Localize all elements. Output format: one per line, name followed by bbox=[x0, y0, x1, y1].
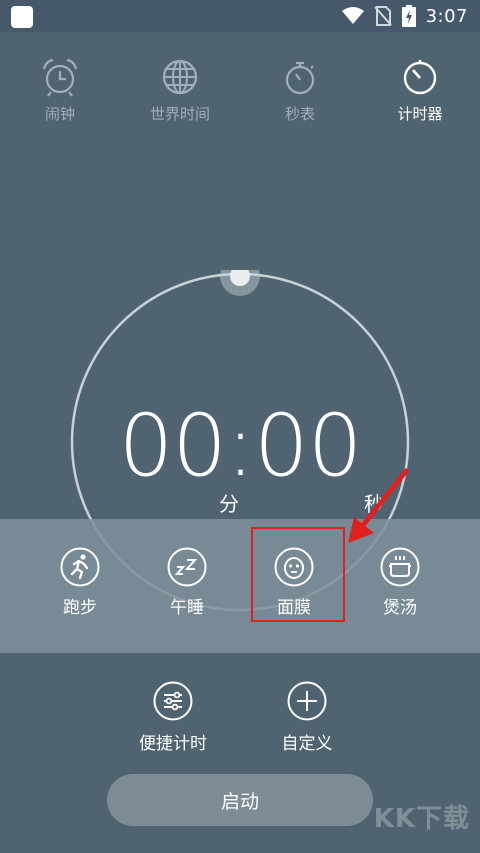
quick-timer-button[interactable]: 便捷计时 bbox=[113, 681, 233, 754]
highlight-box bbox=[251, 527, 345, 622]
stopwatch-icon bbox=[285, 61, 315, 95]
status-icons: 3:07 bbox=[341, 4, 468, 28]
tab-label: 世界时间 bbox=[149, 105, 210, 123]
red-arrow-icon bbox=[348, 468, 409, 543]
tab-stopwatch[interactable]: 秒表 bbox=[240, 55, 360, 124]
tab-label: 闹钟 bbox=[44, 105, 75, 123]
tab-bar: 闹钟 世界时间 秒表 计时器 bbox=[0, 55, 480, 135]
dial-handle[interactable] bbox=[220, 256, 260, 296]
custom-timer-button[interactable]: 自定义 bbox=[247, 681, 367, 754]
timer-display: 00:00 bbox=[118, 396, 363, 496]
globe-icon bbox=[162, 59, 198, 95]
preset-nap[interactable]: 午睡 bbox=[157, 547, 217, 618]
quick-timer-label: 便捷计时 bbox=[139, 734, 207, 754]
plus-icon bbox=[287, 681, 327, 721]
battery-charging-icon bbox=[401, 5, 416, 27]
watermark: KK下载 bbox=[373, 804, 470, 834]
status-bar: 3:07 bbox=[0, 0, 480, 32]
start-button[interactable]: 启动 bbox=[107, 774, 373, 826]
minutes-unit-label: 分 bbox=[219, 492, 239, 516]
sleep-zz-icon bbox=[167, 547, 207, 587]
clock-time: 3:07 bbox=[425, 5, 468, 27]
preset-label: 煲汤 bbox=[383, 598, 417, 618]
tab-label: 计时器 bbox=[397, 105, 443, 123]
alarm-clock-icon bbox=[42, 58, 78, 97]
notification-icon bbox=[11, 6, 33, 28]
preset-soup[interactable]: 煲汤 bbox=[370, 547, 430, 618]
soup-pot-icon bbox=[380, 547, 420, 587]
custom-timer-label: 自定义 bbox=[281, 734, 333, 754]
running-icon bbox=[60, 547, 100, 587]
wifi-icon bbox=[341, 7, 364, 24]
tab-world-clock[interactable]: 世界时间 bbox=[120, 55, 240, 124]
preset-label: 午睡 bbox=[170, 598, 204, 618]
tab-alarm[interactable]: 闹钟 bbox=[0, 55, 120, 124]
no-sim-icon bbox=[373, 6, 392, 26]
tab-timer[interactable]: 计时器 bbox=[360, 55, 480, 124]
timer-icon bbox=[403, 60, 437, 95]
sliders-icon bbox=[153, 681, 193, 721]
preset-running[interactable]: 跑步 bbox=[50, 547, 110, 618]
preset-label: 跑步 bbox=[63, 598, 97, 618]
tab-label: 秒表 bbox=[284, 105, 315, 123]
